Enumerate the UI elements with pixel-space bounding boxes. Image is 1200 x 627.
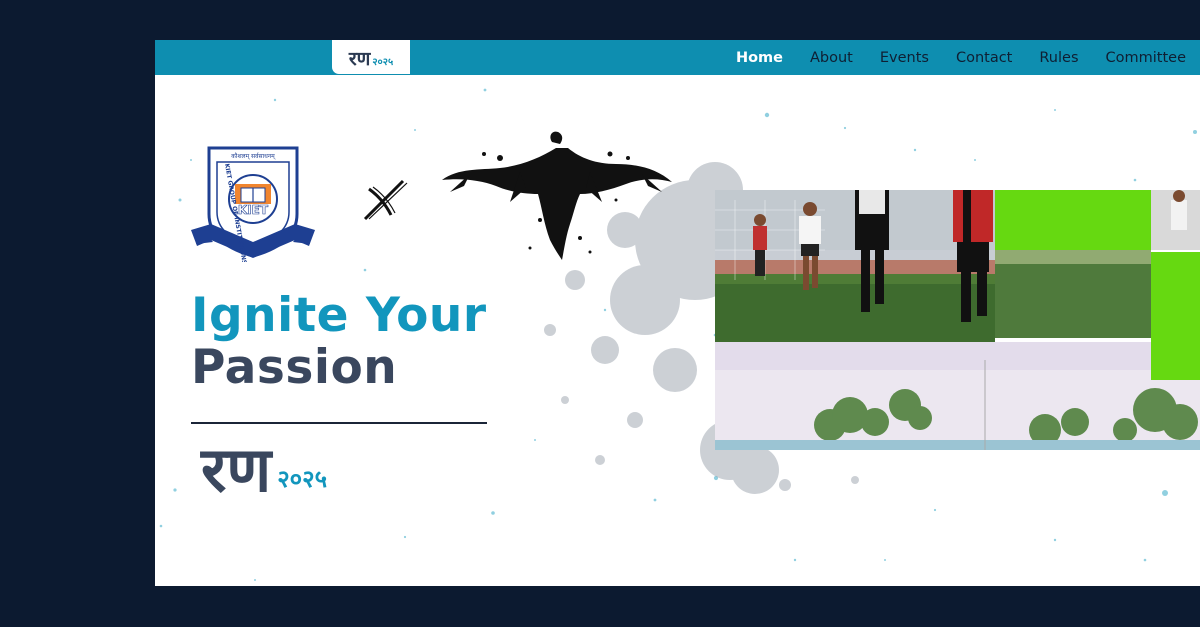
- hero-divider: [191, 422, 487, 424]
- top-navbar: रण २०२५ Home About Events Contact Rules …: [155, 40, 1200, 75]
- svg-text:KIET: KIET: [238, 203, 269, 217]
- hero-headline: Ignite Your Passion: [191, 290, 487, 394]
- event-year: २०२५: [277, 465, 328, 493]
- event-name: रण: [201, 433, 272, 506]
- hero-video: [715, 190, 1200, 450]
- website-frame: रण २०२५ Home About Events Contact Rules …: [155, 40, 1200, 586]
- brand-year: २०२५: [372, 56, 394, 68]
- event-logo: रण २०२५: [201, 435, 327, 505]
- nav-rules[interactable]: Rules: [1039, 50, 1078, 66]
- nav-home[interactable]: Home: [736, 50, 783, 66]
- eagle-icon: [442, 131, 672, 260]
- nav-committee[interactable]: Committee: [1106, 50, 1187, 66]
- headline-line-2: Passion: [191, 340, 398, 395]
- nav-about[interactable]: About: [810, 50, 853, 66]
- nav-contact[interactable]: Contact: [956, 50, 1012, 66]
- brand-logo[interactable]: रण २०२५: [331, 40, 411, 75]
- svg-text:कौशलम् सर्वसाधनम्: कौशलम् सर्वसाधनम्: [231, 152, 275, 160]
- nav-events[interactable]: Events: [880, 50, 929, 66]
- kiet-emblem-icon: कौशलम् सर्वसाधनम् KIET KIET GROUP OF INS…: [191, 146, 315, 262]
- brand-name: रण: [348, 47, 371, 70]
- nav-links: Home About Events Contact Rules Committe…: [736, 40, 1186, 75]
- x-cross-icon: [363, 179, 408, 221]
- headline-line-1: Ignite Your: [191, 288, 487, 343]
